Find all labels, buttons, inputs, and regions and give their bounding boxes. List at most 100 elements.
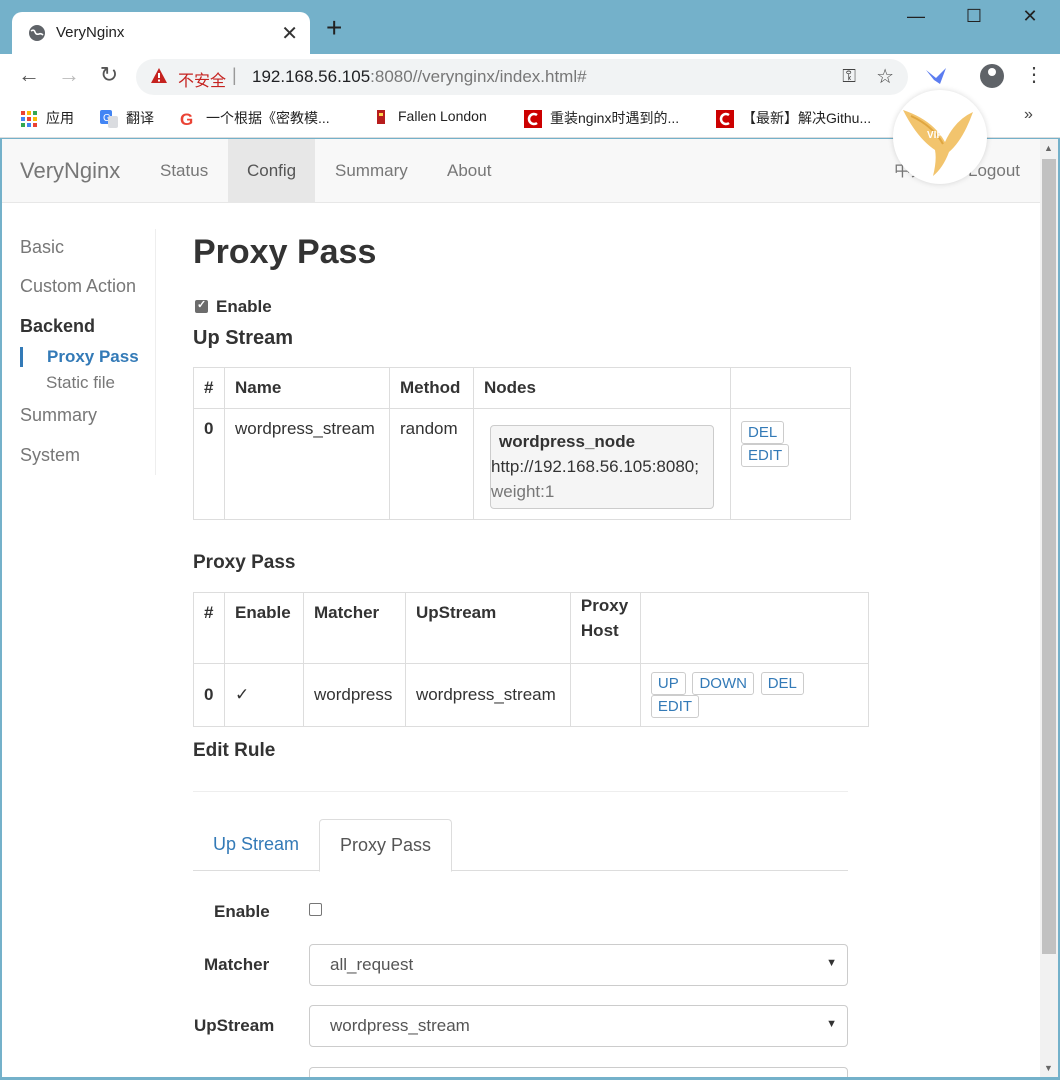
bookmark-star-icon[interactable]: ☆ [876, 64, 894, 89]
proxypass-table: # Enable Matcher UpStream Proxy Host 0 ✓… [193, 592, 870, 727]
enable-toggle[interactable]: Enable [195, 297, 272, 317]
sidebar-item-backend[interactable]: Backend [20, 316, 95, 337]
col-proxy-host: Proxy Host [569, 592, 641, 664]
bookmarks-more-icon[interactable]: » [1024, 106, 1033, 124]
proxypass-edit-button[interactable]: EDIT [650, 695, 700, 718]
top-navbar: VeryNginx Status Config Summary About 中文… [2, 139, 1040, 203]
browser-tab[interactable]: VeryNginx ✕ [12, 12, 310, 54]
back-arrow-icon[interactable]: ← [14, 62, 44, 88]
translate-icon: G [100, 110, 118, 129]
edit-tabs: Up Stream Proxy Pass [193, 819, 848, 872]
col-actions [639, 592, 870, 664]
col-nodes: Nodes [473, 367, 731, 409]
col-index: # [193, 592, 225, 664]
bookmark-fallen-london[interactable]: Fallen London [372, 108, 487, 126]
upstream-del-button[interactable]: DEL [741, 421, 785, 444]
bookmark-csdn-2[interactable]: 【最新】解决Githu... [716, 108, 871, 129]
globe-icon [29, 25, 45, 41]
tab-up-stream[interactable]: Up Stream [193, 819, 319, 871]
nav-config[interactable]: Config [228, 139, 316, 202]
bookmark-csdn-1[interactable]: 重装nginx时遇到的... [524, 108, 679, 129]
tab-proxy-pass[interactable]: Proxy Pass [319, 819, 453, 872]
url-text: 192.168.56.105:8080//verynginx/index.htm… [252, 67, 587, 86]
col-upstream: UpStream [404, 592, 571, 664]
csdn-icon [716, 110, 734, 129]
scroll-down-icon[interactable]: ▼ [1044, 1063, 1053, 1073]
col-actions [730, 367, 851, 409]
sidebar-sub-static-file[interactable]: Static file [20, 373, 150, 393]
forward-arrow-icon[interactable]: → [54, 62, 84, 88]
brand-link[interactable]: VeryNginx [20, 158, 120, 184]
menu-dots-icon[interactable]: ⋮ [1024, 62, 1044, 87]
scrollbar-thumb[interactable] [1042, 159, 1056, 954]
node-url: http://192.168.56.105:8080; [491, 457, 699, 476]
page-scrollbar[interactable]: ▲ ▼ [1040, 139, 1058, 1077]
page-viewport: VeryNginx Status Config Summary About 中文… [2, 139, 1040, 1077]
enable-checkbox[interactable] [195, 298, 208, 313]
matcher-select[interactable]: all_request ▼ [309, 944, 848, 986]
row-name: wordpress_stream [224, 408, 390, 520]
vip-badge[interactable]: VIP [893, 90, 987, 184]
page-title: Proxy Pass [193, 233, 377, 271]
svg-text:VIP: VIP [927, 130, 943, 141]
proxypass-up-button[interactable]: UP [650, 672, 686, 695]
new-tab-button[interactable]: + [326, 14, 342, 42]
proxypass-heading: Proxy Pass [193, 552, 296, 573]
close-tab-icon[interactable]: ✕ [281, 21, 298, 46]
tab-title: VeryNginx [56, 24, 125, 41]
sidebar-item-system[interactable]: System [20, 445, 80, 466]
form-enable-label: Enable [214, 902, 270, 921]
proxypass-del-button[interactable]: DEL [760, 672, 804, 695]
nav-about[interactable]: About [428, 139, 510, 202]
minimize-icon[interactable]: — [896, 6, 936, 27]
row-index: 0 [193, 408, 225, 520]
google-icon: G [180, 110, 194, 130]
upstream-edit-button[interactable]: EDIT [741, 444, 790, 467]
bookmark-apps[interactable]: 应用 [20, 108, 74, 128]
window-close-icon[interactable]: ✕ [1010, 6, 1050, 27]
upstream-table: # Name Method Nodes 0 wordpress_stream r… [193, 367, 851, 520]
upstream-heading: Up Stream [193, 327, 294, 349]
proxypass-down-button[interactable]: DOWN [692, 672, 754, 695]
node-weight: weight:1 [491, 482, 555, 501]
col-name: Name [224, 367, 390, 409]
insecure-label: 不安全 [178, 73, 227, 90]
scroll-up-icon[interactable]: ▲ [1044, 143, 1053, 153]
edit-rule-heading: Edit Rule [193, 740, 276, 761]
sidebar-sub-proxy-pass[interactable]: Proxy Pass [20, 347, 150, 367]
form-enable-checkbox[interactable] [309, 903, 322, 916]
table-row: 0 ✓ wordpress wordpress_stream UP DOWN D… [193, 663, 870, 727]
fallen-london-icon [377, 110, 385, 125]
sidebar-item-basic[interactable]: Basic [20, 237, 64, 258]
section-divider [193, 791, 848, 792]
reload-icon[interactable]: ↻ [94, 62, 124, 88]
row-matcher: wordpress [302, 663, 406, 727]
extension-bird-icon[interactable] [924, 66, 948, 88]
row-actions: DEL EDIT [730, 408, 851, 520]
row-enable-check: ✓ [223, 663, 304, 727]
key-icon[interactable]: ⚿ [842, 66, 856, 87]
proxy-host-input[interactable] [309, 1067, 848, 1077]
maximize-icon[interactable]: ☐ [954, 6, 994, 27]
warning-icon [151, 68, 167, 83]
row-nodes: wordpress_node http://192.168.56.105:808… [473, 408, 731, 520]
nav-summary[interactable]: Summary [316, 139, 427, 202]
row-method: random [389, 408, 474, 520]
sidebar-item-custom-action[interactable]: Custom Action [20, 276, 136, 297]
node-card: wordpress_node http://192.168.56.105:808… [490, 425, 714, 509]
chevron-down-icon: ▼ [826, 957, 837, 969]
row-proxy-host [569, 663, 641, 727]
url-separator: | [232, 65, 237, 85]
profile-avatar-icon[interactable] [980, 64, 1004, 88]
nav-status[interactable]: Status [141, 139, 227, 202]
bookmark-google[interactable]: G 一个根据《密教模... [180, 108, 330, 130]
table-header-row: # Enable Matcher UpStream Proxy Host [193, 592, 870, 664]
sidebar-item-summary[interactable]: Summary [20, 405, 97, 426]
config-sidebar: Basic Custom Action Backend Proxy Pass S… [20, 229, 156, 475]
address-bar[interactable]: 不安全 | 192.168.56.105:8080//verynginx/ind… [136, 59, 908, 95]
table-row: 0 wordpress_stream random wordpress_node… [193, 408, 851, 520]
upstream-select[interactable]: wordpress_stream ▼ [309, 1005, 848, 1047]
form-matcher-label: Matcher [204, 955, 270, 974]
node-name: wordpress_node [499, 432, 636, 451]
bookmark-translate[interactable]: G 翻译 [100, 108, 154, 129]
